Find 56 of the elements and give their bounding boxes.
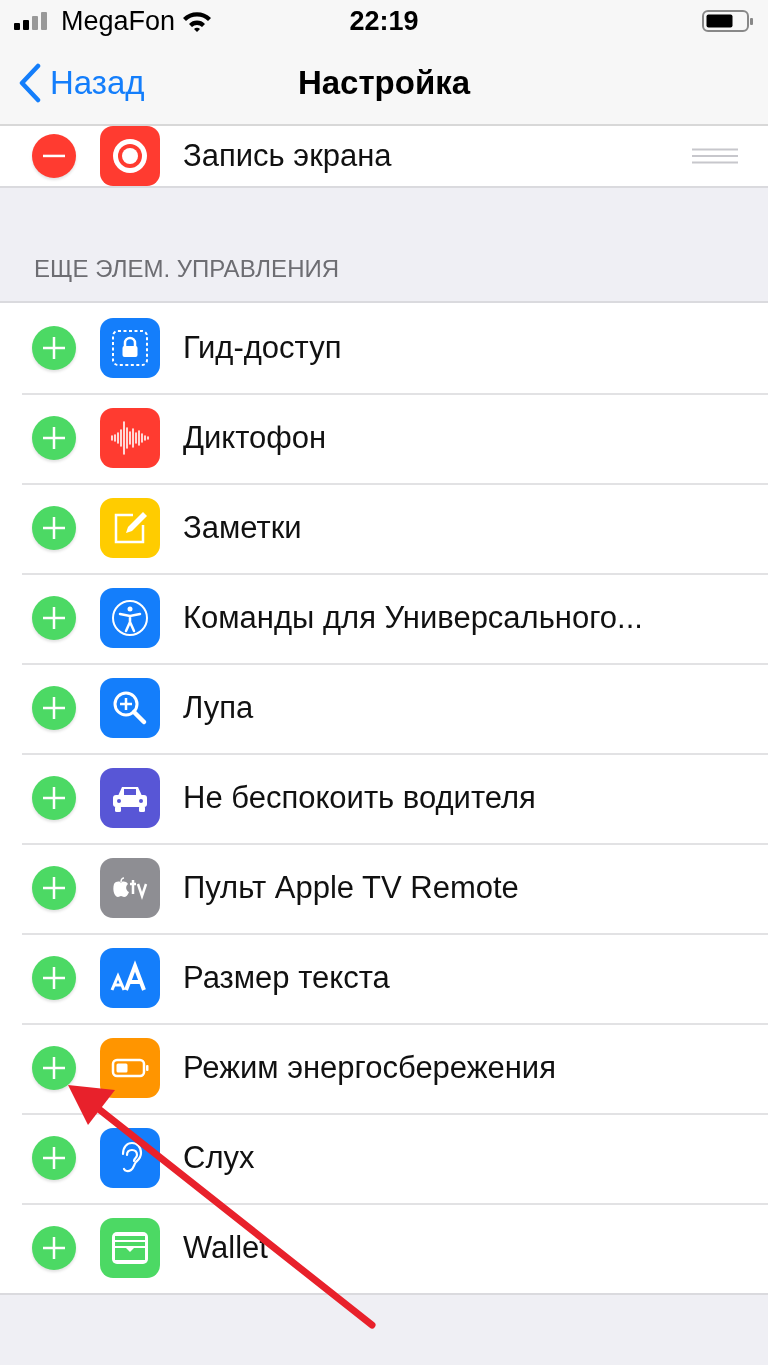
control-label: Диктофон	[183, 420, 328, 456]
battery-icon	[702, 9, 754, 33]
text-size-icon	[100, 948, 160, 1008]
control-label: Размер текста	[183, 960, 391, 996]
control-label: Гид-доступ	[183, 330, 343, 366]
control-label: Пульт Apple TV Remote	[183, 870, 520, 906]
add-button[interactable]	[32, 596, 76, 640]
plus-icon	[43, 877, 65, 899]
add-button[interactable]	[32, 1136, 76, 1180]
plus-icon	[43, 1057, 65, 1079]
ear-icon	[100, 1128, 160, 1188]
battery-icon	[100, 1038, 160, 1098]
plus-icon	[43, 1147, 65, 1169]
car-icon	[100, 768, 160, 828]
add-button[interactable]	[32, 416, 76, 460]
plus-icon	[43, 607, 65, 629]
plus-icon	[43, 787, 65, 809]
plus-icon	[43, 337, 65, 359]
add-button[interactable]	[32, 1226, 76, 1270]
plus-icon	[43, 1237, 65, 1259]
clock-time: 22:19	[349, 5, 419, 36]
back-button[interactable]: Назад	[18, 63, 145, 103]
plus-icon	[43, 517, 65, 539]
screen-title: Настройка	[297, 64, 471, 102]
plus-icon	[43, 967, 65, 989]
add-button[interactable]	[32, 866, 76, 910]
remove-button[interactable]	[32, 134, 76, 178]
add-button[interactable]	[32, 326, 76, 370]
reorder-handle-icon[interactable]	[692, 148, 738, 164]
add-button[interactable]	[32, 506, 76, 550]
control-label: Слух	[183, 1140, 256, 1176]
carrier-name: MegaFon	[61, 5, 176, 37]
section-header: ЕЩЕ ЭЛЕМ. УПРАВЛЕНИЯ	[34, 255, 340, 283]
minus-icon	[43, 154, 65, 158]
wifi-icon	[182, 10, 213, 32]
control-label: Не беспокоить водителя	[183, 780, 537, 816]
waveform-icon	[100, 408, 160, 468]
wallet-icon	[100, 1218, 160, 1278]
control-label: Лупа	[183, 690, 255, 726]
accessibility-icon	[100, 588, 160, 648]
magnifier-icon	[100, 678, 160, 738]
lock-icon	[100, 318, 160, 378]
plus-icon	[43, 697, 65, 719]
add-button[interactable]	[32, 956, 76, 1000]
control-label: Заметки	[183, 510, 303, 546]
add-button[interactable]	[32, 686, 76, 730]
control-label: Режим энергосбережения	[183, 1050, 557, 1086]
add-button[interactable]	[32, 1046, 76, 1090]
control-label: Wallet	[183, 1230, 269, 1266]
control-label: Команды для Универсального...	[183, 600, 644, 636]
plus-icon	[43, 427, 65, 449]
chevron-left-icon	[18, 63, 42, 103]
add-button[interactable]	[32, 776, 76, 820]
note-pencil-icon	[100, 498, 160, 558]
tv-remote-icon	[100, 858, 160, 918]
control-label: Запись экрана	[183, 138, 393, 174]
